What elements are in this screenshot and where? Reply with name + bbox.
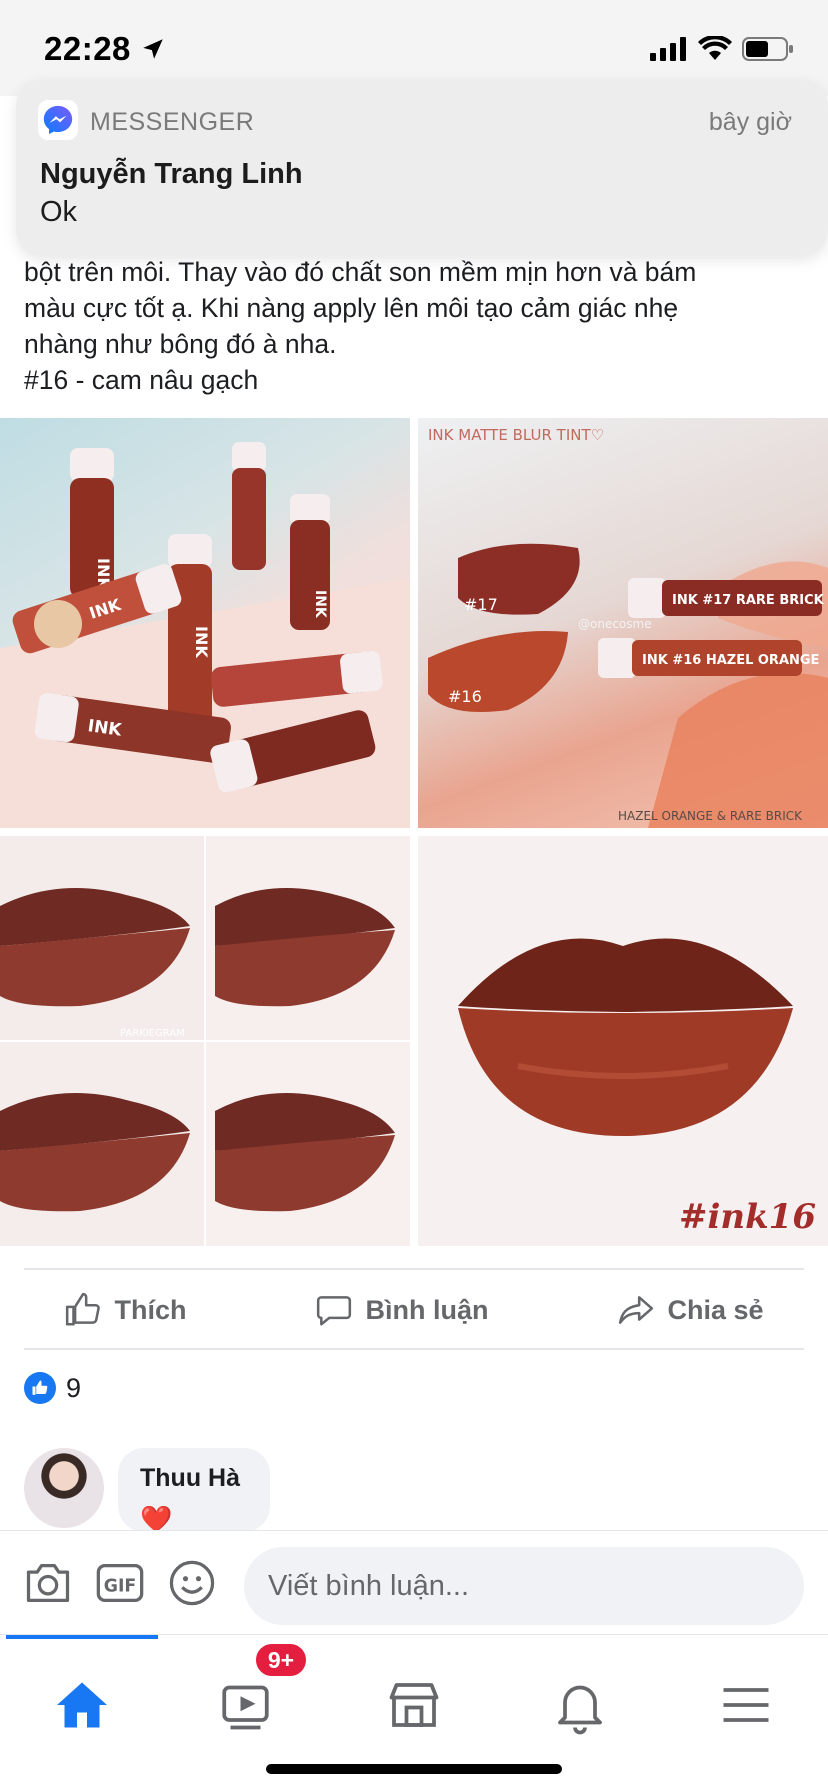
swatch-caption: HAZEL ORANGE & RARE BRICK [618,809,803,823]
status-indicators [650,34,794,64]
like-button[interactable]: Thích [64,1291,186,1329]
swatch-illustration: INK MATTE BLUR TINT♡ #17 #16 INK #17 RAR… [428,426,828,828]
notifications-bell-icon[interactable] [550,1675,610,1735]
lip-grid-illustration: PARKIEGRAM [0,836,410,1246]
post-photo-swatches[interactable]: INK MATTE BLUR TINT♡ #17 #16 INK #17 RAR… [418,418,828,828]
swatch-label-17: #17 [464,595,498,614]
post-text: bột trên môi. Thay vào đó chất son mềm m… [24,254,814,398]
comment-button[interactable]: Bình luận [315,1291,488,1329]
post-photo-lip-closeup[interactable]: #ink16 [418,836,828,1246]
comment-label: Bình luận [365,1294,489,1325]
share-label: Chia sẻ [667,1294,764,1325]
tube-label: INK [192,626,211,658]
watermark: @onecosme [578,617,652,631]
marketplace-icon[interactable] [384,1675,444,1735]
emoji-icon[interactable] [166,1557,218,1609]
comment-composer: GIF Viết bình luận... [0,1530,828,1634]
thumbs-up-icon [66,1292,101,1326]
divider [24,1348,804,1350]
messenger-notification-banner[interactable]: MESSENGER bây giờ Nguyễn Trang Linh Ok [16,80,828,256]
post-photo-lipstick-tubes[interactable]: INK INK INK INK INK [0,418,410,828]
post-hashtag-line: #16 - cam nâu gạch [24,365,259,395]
tube-label-17: INK #17 RARE BRICK [672,593,825,608]
post-photo-lip-grid[interactable]: PARKIEGRAM [0,836,410,1246]
swatch-label-16: #16 [448,687,482,706]
watch-video-icon[interactable] [218,1675,278,1735]
battery-icon [742,37,793,61]
lip-closeup-illustration: #ink16 [458,938,816,1237]
notification-app-name: MESSENGER [90,108,255,136]
watch-notification-badge: 9+ [254,1642,308,1678]
tube-label: INK [312,590,328,619]
post-text-line: nhàng như bông đó à nha. [24,329,337,359]
comment-input[interactable]: Viết bình luận... [244,1547,804,1625]
tube-label-16: INK #16 HAZEL ORANGE [642,653,819,668]
like-label: Thích [114,1294,187,1325]
svg-text:GIF: GIF [104,1577,137,1597]
comment-author[interactable]: Thuu Hà [140,1464,240,1493]
share-button[interactable]: Chia sẻ [617,1291,764,1329]
menu-icon[interactable] [716,1675,776,1735]
notification-time: bây giờ [708,108,792,136]
location-arrow-icon [143,39,163,59]
comment-bubble-icon [317,1296,352,1326]
watermark: PARKIEGRAM [120,1028,185,1039]
active-tab-indicator [6,1635,158,1639]
home-indicator[interactable] [266,1764,562,1774]
share-arrow-icon [619,1296,654,1324]
home-icon[interactable] [52,1675,112,1735]
notification-sender: Nguyễn Trang Linh [40,158,303,190]
camera-icon[interactable] [22,1557,74,1609]
like-reaction-icon [24,1372,56,1404]
post-text-line: bột trên môi. Thay vào đó chất son mềm m… [24,257,697,287]
commenter-avatar[interactable] [24,1448,104,1528]
post-text-line: màu cực tốt ạ. Khi nàng apply lên môi tạ… [24,293,679,323]
cellular-signal-icon [650,37,686,61]
status-time: 22:28 [44,30,131,67]
gif-icon[interactable]: GIF [94,1557,146,1609]
wifi-icon [698,36,732,60]
reaction-count: 9 [66,1372,82,1403]
swatch-title: INK MATTE BLUR TINT♡ [428,426,604,444]
photo-tag: #ink16 [679,1197,816,1237]
messenger-app-icon [38,100,78,140]
post-action-bar: Thích Bình luận Chia sẻ [0,1270,828,1350]
reaction-summary[interactable]: 9 [24,1372,81,1404]
lipstick-tubes-illustration: INK INK INK INK INK [0,442,410,828]
comment-bubble[interactable]: Thuu Hà ❤️ [118,1448,270,1534]
notification-message: Ok [40,196,78,228]
